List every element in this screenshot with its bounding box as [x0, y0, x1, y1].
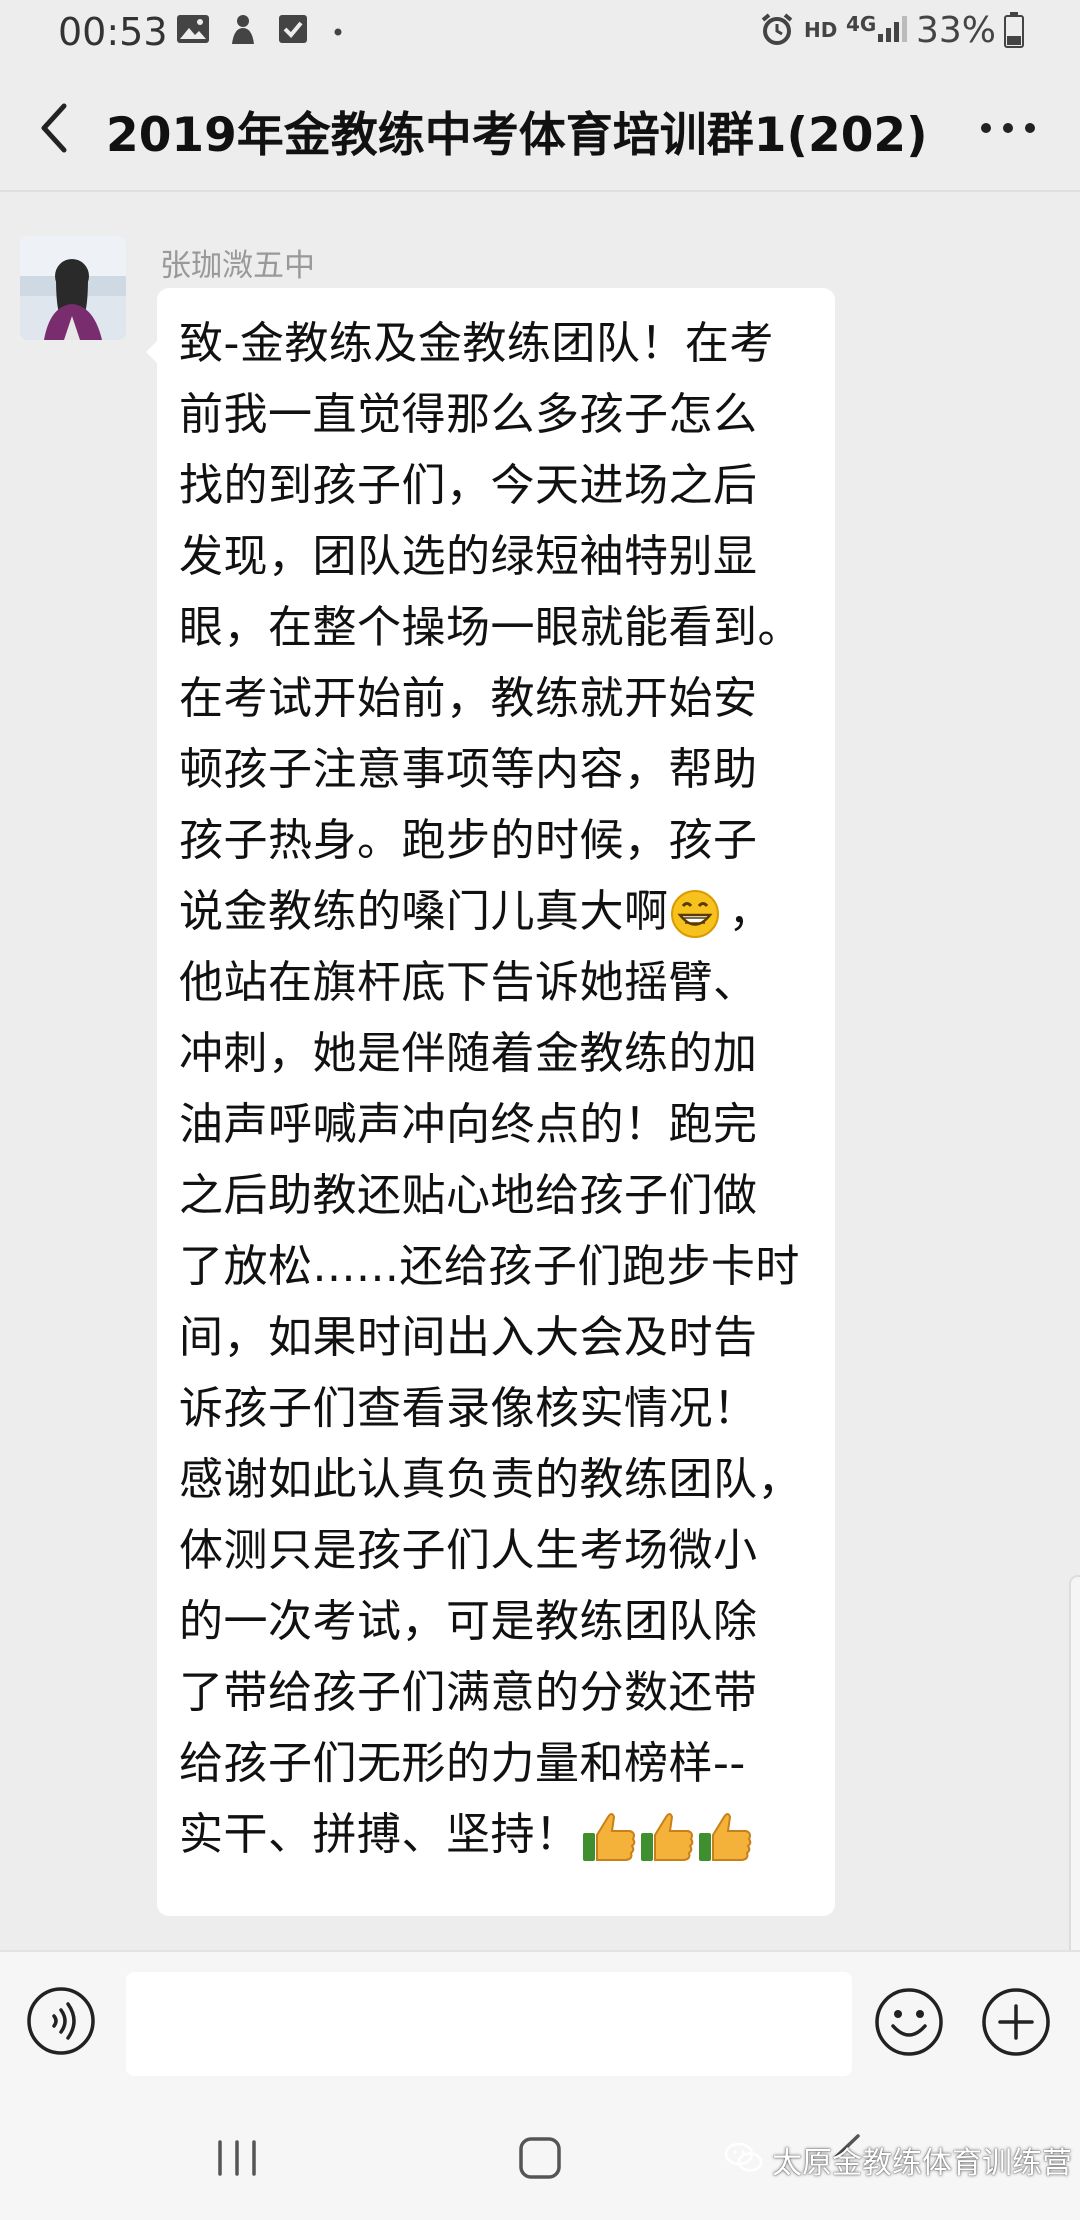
scroll-indicator[interactable]	[1069, 1575, 1080, 1979]
wechat-logo-icon	[724, 2142, 763, 2172]
message-line: 找的到孩子们，今天进场之后	[179, 460, 758, 511]
emoji-picker-icon[interactable]	[873, 1986, 945, 2058]
signal-icon	[878, 16, 907, 42]
network-type: 4G	[846, 12, 877, 36]
grinning-emoji-icon	[670, 890, 719, 938]
message-line: 致-金教练及金教练团队！在考	[179, 318, 774, 369]
message-line: 在考试开始前，教练就开始安	[179, 673, 758, 724]
battery-percent: 33%	[916, 10, 997, 51]
message-line-text: 说金教练的嗓门儿真大啊	[179, 886, 669, 937]
chat-header: 2019年金教练中考体育培训群1(202)	[0, 68, 1080, 190]
chat-title: 2019年金教练中考体育培训群1(202)	[106, 108, 928, 163]
message-line-with-emoji: 实干、拼搏、坚持！	[179, 1799, 754, 1870]
watermark-text: 太原金教练体育训练营	[772, 2146, 1072, 2181]
more-notifications-dot-icon	[334, 28, 342, 36]
notification-person-icon	[232, 15, 254, 44]
sender-avatar[interactable]	[20, 236, 126, 340]
message-line: 发现，团队选的绿短袖特别显	[179, 531, 758, 582]
hd-voice-indicator: HD	[804, 18, 838, 42]
alarm-icon	[761, 13, 793, 45]
more-options-icon[interactable]	[972, 108, 1044, 148]
message-line: 他站在旗杆底下告诉她摇臂、	[179, 957, 758, 1008]
input-bar	[0, 1950, 1080, 2078]
message-line: 油声呼喊声冲向终点的！跑完	[179, 1099, 758, 1150]
message-line: 了放松......还给孩子们跑步卡时	[179, 1241, 800, 1292]
message-line: 了带给孩子们满意的分数还带	[179, 1667, 758, 1718]
thumbs-up-emoji-icon	[640, 1813, 693, 1861]
status-bar: 00:53 HD 4G 33%	[0, 0, 1080, 68]
message-line: 顿孩子注意事项等内容，帮助	[179, 744, 758, 795]
message-bubble[interactable]: 致-金教练及金教练团队！在考 前我一直觉得那么多孩子怎么 找的到孩子们，今天进场…	[157, 288, 835, 1916]
message-line-text: 实干、拼搏、坚持！	[179, 1809, 580, 1860]
message-line: 体测只是孩子们人生考场微小	[179, 1525, 758, 1576]
status-time: 00:53	[58, 10, 168, 54]
gallery-icon	[177, 15, 209, 43]
message-line: 之后助教还贴心地给孩子们做	[179, 1170, 758, 1221]
message-line: 冲刺，她是伴随着金教练的加	[179, 1028, 758, 1079]
message-line: 诉孩子们查看录像核实情况！	[179, 1383, 758, 1434]
recent-apps-icon[interactable]	[214, 2138, 260, 2178]
message-line-with-emoji: 说金教练的嗓门儿真大啊 ，	[179, 876, 773, 947]
message-line: 给孩子们无形的力量和榜样--	[179, 1738, 746, 1789]
home-icon[interactable]	[518, 2136, 562, 2180]
message-line-suffix: ，	[728, 886, 773, 937]
back-icon[interactable]	[26, 98, 86, 158]
thumbs-up-emoji-icon	[698, 1813, 751, 1861]
add-more-icon[interactable]	[980, 1986, 1052, 2058]
message-line: 前我一直觉得那么多孩子怎么	[179, 389, 758, 440]
message-line: 孩子热身。跑步的时候，孩子	[179, 815, 758, 866]
message-line: 感谢如此认真负责的教练团队，	[179, 1454, 802, 1505]
battery-icon	[1004, 12, 1024, 48]
voice-input-icon[interactable]	[26, 1986, 96, 2056]
message-line: 的一次考试，可是教练团队除	[179, 1596, 758, 1647]
sender-name: 张珈溦五中	[160, 248, 315, 284]
task-check-icon	[279, 15, 307, 43]
message-line: 眼，在整个操场一眼就能看到。	[179, 602, 802, 653]
thumbs-up-emoji-icon	[582, 1813, 635, 1861]
message-line: 间，如果时间出入大会及时告	[179, 1312, 758, 1363]
header-divider	[0, 190, 1080, 192]
message-input[interactable]	[126, 1972, 852, 2076]
